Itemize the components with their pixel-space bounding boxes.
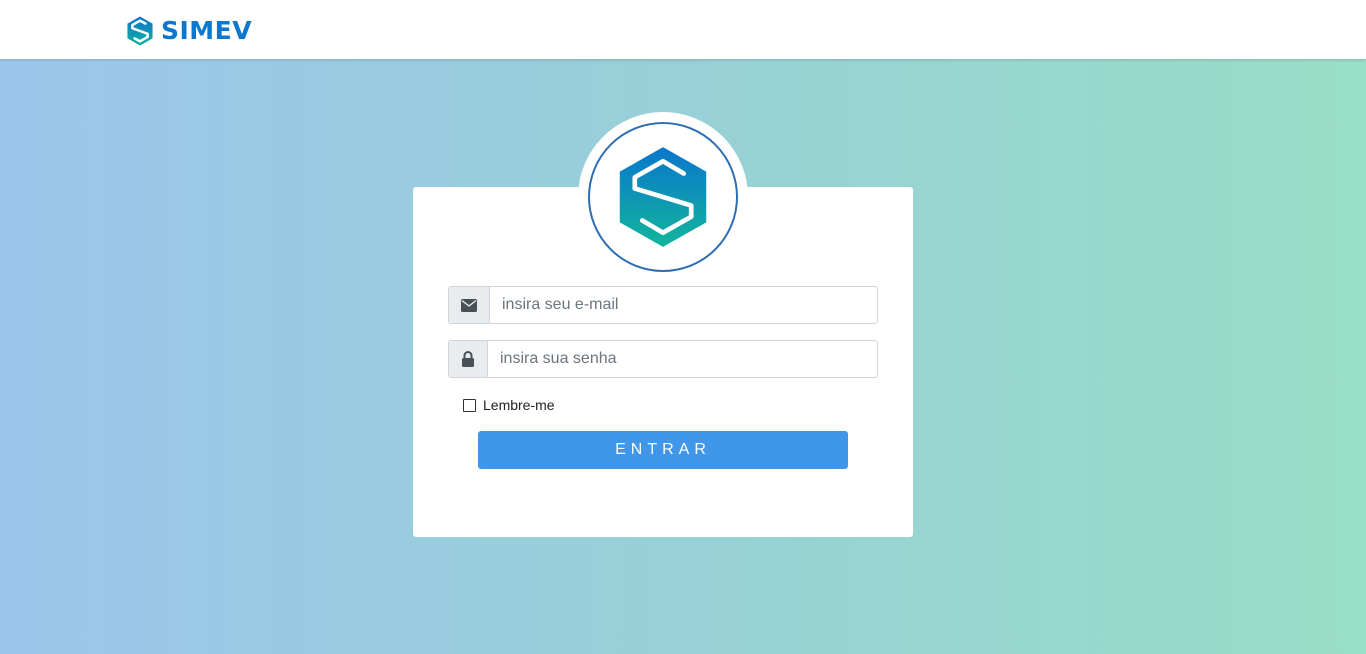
remember-me-label[interactable]: Lembre-me	[483, 397, 555, 413]
brand-logo-link[interactable]: SIMEV	[126, 16, 252, 46]
lock-icon	[462, 351, 474, 367]
simev-logo-icon	[127, 16, 153, 46]
simev-logo-icon	[619, 147, 707, 247]
password-field[interactable]	[488, 341, 877, 377]
envelope-icon	[461, 298, 477, 312]
email-input-group	[448, 286, 878, 324]
top-navbar: SIMEV	[0, 0, 1366, 59]
password-addon	[449, 341, 488, 377]
login-submit-button[interactable]: ENTRAR	[478, 431, 848, 469]
brand-name: SIMEV	[161, 16, 253, 45]
remember-me[interactable]: Lembre-me	[463, 397, 555, 413]
login-logo	[588, 122, 738, 272]
email-addon	[449, 287, 490, 323]
email-field[interactable]	[490, 287, 877, 323]
remember-me-checkbox[interactable]	[463, 398, 476, 412]
password-input-group	[448, 340, 878, 378]
